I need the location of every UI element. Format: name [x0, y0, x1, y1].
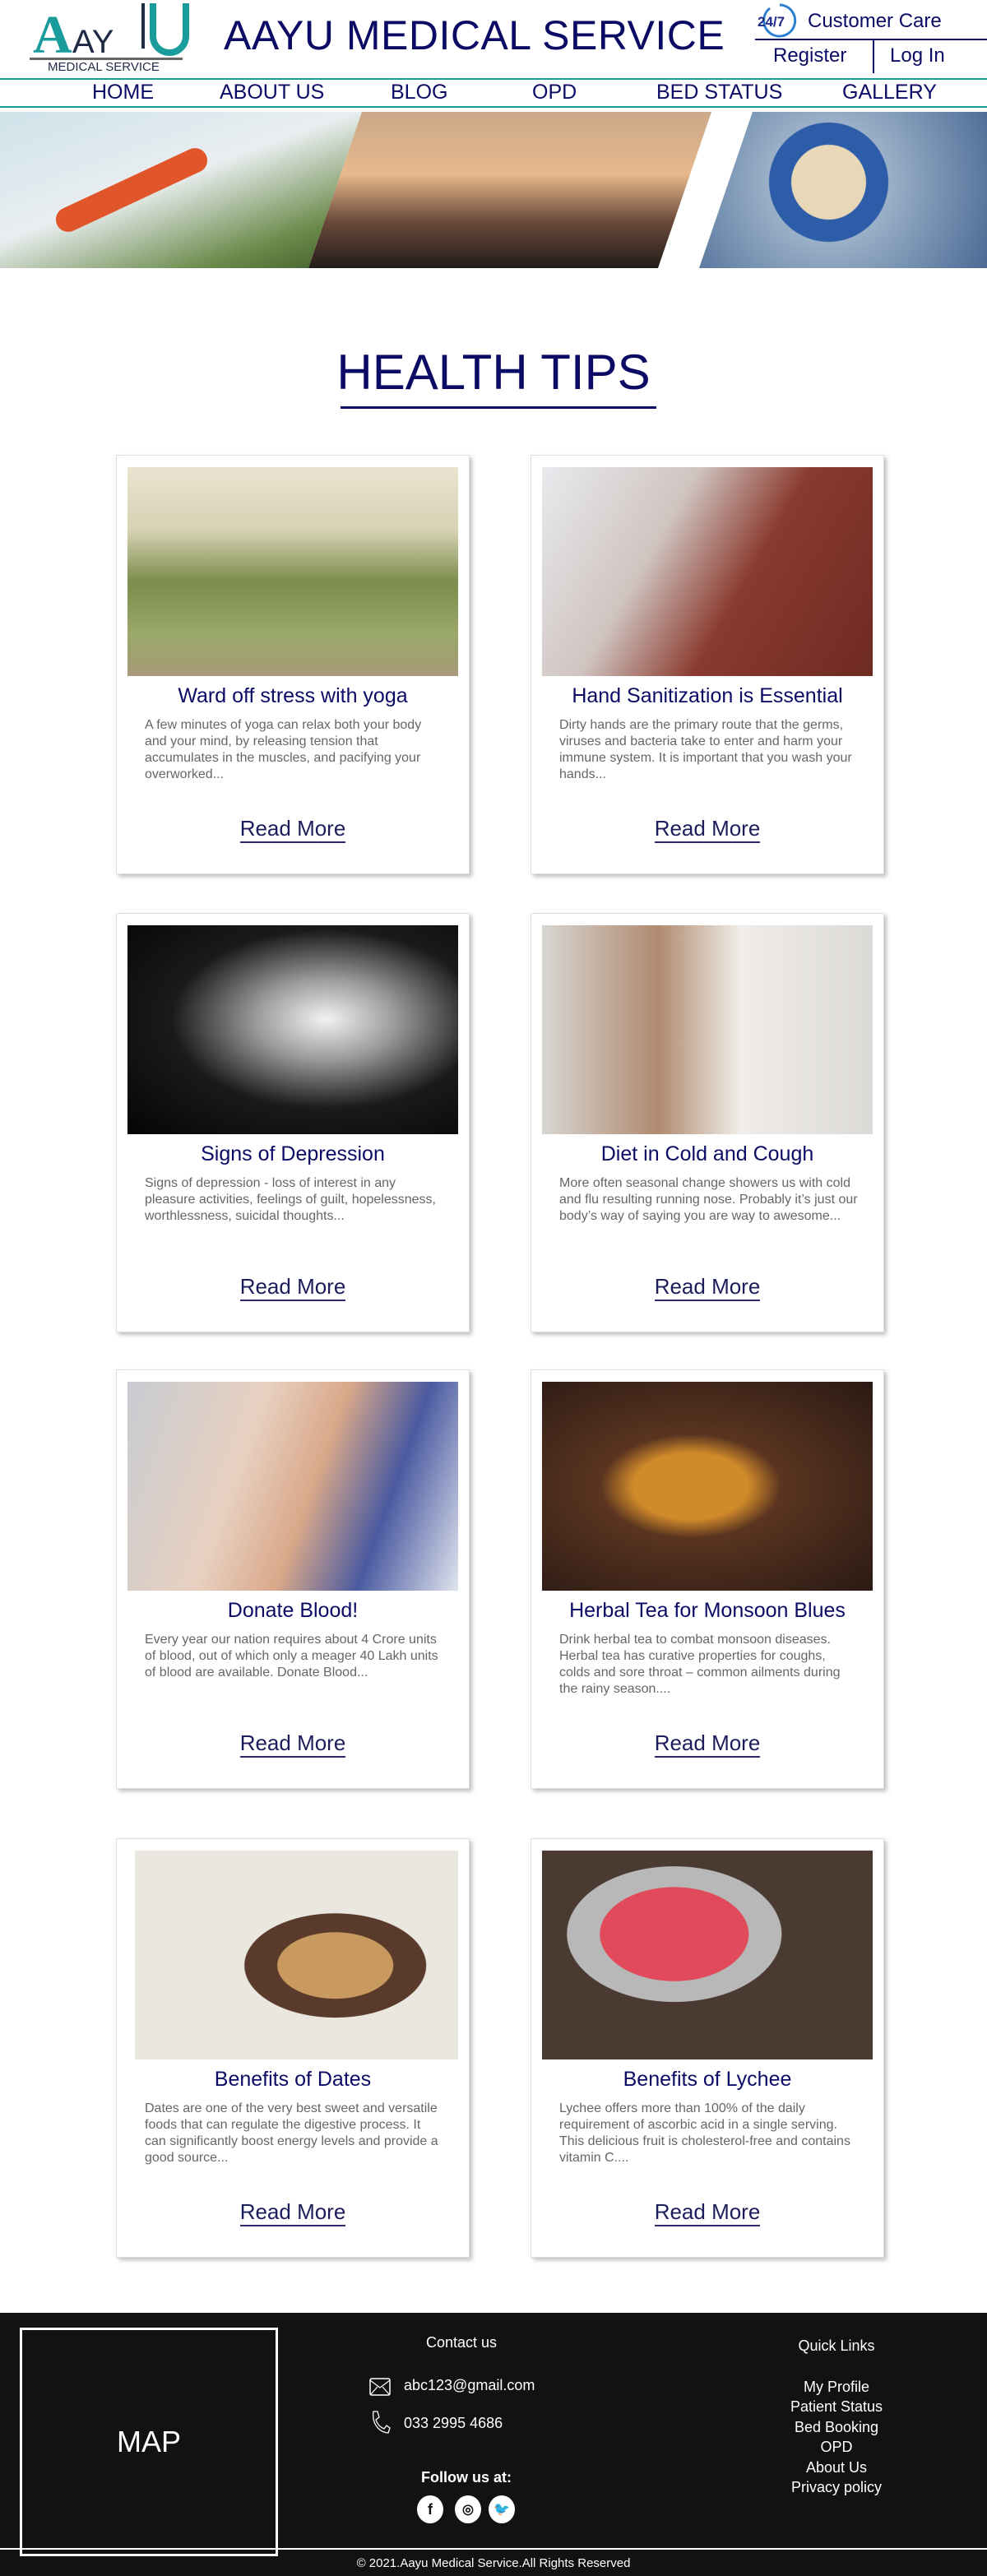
map-label: MAP	[116, 2425, 181, 2458]
register-link[interactable]: Register	[773, 44, 846, 67]
tip-card: Benefits of Lychee Lychee offers more th…	[531, 1838, 884, 2258]
card-description: Drink herbal tea to combat monsoon disea…	[559, 1633, 841, 1696]
card-title: Hand Sanitization is Essential	[572, 684, 843, 707]
card-description: Dirty hands are the primary route that t…	[559, 718, 852, 781]
tip-card: Signs of Depression Signs of depression …	[116, 913, 470, 1332]
customer-care-label: Customer Care	[808, 10, 942, 32]
page-heading: HEALTH TIPS	[336, 345, 651, 400]
phone-icon	[373, 2411, 391, 2434]
svg-text:AY: AY	[72, 24, 114, 60]
herbal-tea-image	[542, 1382, 873, 1591]
read-more-link[interactable]: Read More	[654, 2199, 761, 2226]
tip-card: Herbal Tea for Monsoon Blues Drink herba…	[531, 1369, 884, 1789]
tip-card: Ward off stress with yoga A few minutes …	[116, 455, 470, 874]
map-placeholder[interactable]: MAP	[20, 2328, 278, 2556]
card-description: Signs of depression - loss of interest i…	[145, 1176, 436, 1223]
copyright: © 2021.Aayu Medical Service.All Rights R…	[356, 2556, 631, 2570]
nav-home[interactable]: HOME	[92, 81, 154, 104]
tip-card: Diet in Cold and Cough More often season…	[531, 913, 884, 1332]
contact-heading: Contact us	[426, 2334, 498, 2351]
header-divider	[755, 39, 987, 40]
nav-blog[interactable]: BLOG	[391, 81, 447, 104]
read-more-link[interactable]: Read More	[239, 2199, 346, 2226]
depression-image	[127, 925, 458, 1134]
read-more-link[interactable]: Read More	[654, 1730, 761, 1758]
card-description: A few minutes of yoga can relax both you…	[145, 718, 422, 781]
phone-number: 033 2995 4686	[404, 2415, 503, 2431]
hero-fitness-image	[0, 112, 362, 268]
read-more-link[interactable]: Read More	[239, 1730, 346, 1758]
blood-donation-image	[127, 1382, 458, 1591]
email-link[interactable]: abc123@gmail.com	[404, 2377, 535, 2394]
instagram-icon[interactable]: ◎	[455, 2495, 481, 2523]
yoga-image	[127, 467, 458, 676]
customer-care[interactable]: 24/7 Customer Care	[755, 2, 987, 38]
quick-links: Quick Links My Profile Patient Status Be…	[740, 2336, 933, 2498]
nav-gallery[interactable]: GALLERY	[842, 81, 937, 104]
nav-top-border	[0, 78, 987, 80]
card-title: Herbal Tea for Monsoon Blues	[569, 1599, 846, 1622]
tip-card: Hand Sanitization is Essential Dirty han…	[531, 455, 884, 874]
support-24-7-icon: 24/7	[758, 3, 797, 38]
email-icon	[369, 2378, 391, 2396]
read-more-link[interactable]: Read More	[239, 816, 346, 843]
card-description: Dates are one of the very best sweet and…	[145, 2101, 438, 2165]
card-title: Benefits of Dates	[214, 2068, 372, 2091]
read-more-link[interactable]: Read More	[654, 816, 761, 843]
quick-link-bed-booking[interactable]: Bed Booking	[740, 2417, 933, 2438]
card-title: Benefits of Lychee	[623, 2068, 792, 2091]
nav-bed-status[interactable]: BED STATUS	[656, 81, 782, 104]
nav-about-us[interactable]: ABOUT US	[220, 81, 324, 104]
nav-opd[interactable]: OPD	[532, 81, 577, 104]
nav-bottom-border	[0, 106, 987, 108]
read-more-link[interactable]: Read More	[239, 1274, 346, 1301]
quick-link-my-profile[interactable]: My Profile	[740, 2377, 933, 2398]
care-badge-text: 24/7	[758, 14, 785, 30]
follow-heading: Follow us at:	[421, 2469, 512, 2486]
read-more-link[interactable]: Read More	[654, 1274, 761, 1301]
dates-nuts-image	[135, 1851, 458, 2059]
logo[interactable]: A AY MEDICAL SERVICE	[30, 0, 194, 74]
quick-link-patient-status[interactable]: Patient Status	[740, 2397, 933, 2417]
hero-banner	[0, 112, 987, 268]
auth-separator	[873, 40, 874, 73]
card-description: More often seasonal change showers us wi…	[559, 1176, 858, 1223]
footer-divider	[0, 2548, 987, 2550]
card-title: Diet in Cold and Cough	[600, 1142, 814, 1165]
footer: MAP Contact us abc123@gmail.com 033 2995…	[0, 2313, 987, 2576]
lychee-image	[542, 1851, 873, 2059]
facebook-icon[interactable]: f	[417, 2495, 443, 2523]
svg-text:A: A	[33, 5, 72, 65]
card-title: Signs of Depression	[201, 1142, 385, 1165]
hand-sanitizer-image	[542, 467, 873, 676]
site-title: AAYU MEDICAL SERVICE	[224, 12, 725, 58]
tip-card: Benefits of Dates Dates are one of the v…	[116, 1838, 470, 2258]
card-description: Every year our nation requires about 4 C…	[145, 1633, 438, 1679]
cold-cough-image	[542, 925, 873, 1134]
login-link[interactable]: Log In	[890, 44, 945, 67]
card-description: Lychee offers more than 100% of the dail…	[559, 2101, 850, 2165]
heading-underline	[341, 406, 656, 409]
quick-link-privacy-policy[interactable]: Privacy policy	[740, 2477, 933, 2498]
card-title: Ward off stress with yoga	[178, 684, 408, 707]
twitter-icon[interactable]: 🐦	[489, 2495, 515, 2523]
card-title: Donate Blood!	[227, 1599, 359, 1622]
quick-link-about-us[interactable]: About Us	[740, 2458, 933, 2478]
logo-subtitle: MEDICAL SERVICE	[48, 60, 160, 74]
tip-card: Donate Blood! Every year our nation requ…	[116, 1369, 470, 1789]
quick-links-heading: Quick Links	[798, 2337, 875, 2354]
hero-food-image	[699, 112, 987, 268]
hero-running-image	[308, 112, 711, 268]
quick-link-opd[interactable]: OPD	[740, 2437, 933, 2458]
